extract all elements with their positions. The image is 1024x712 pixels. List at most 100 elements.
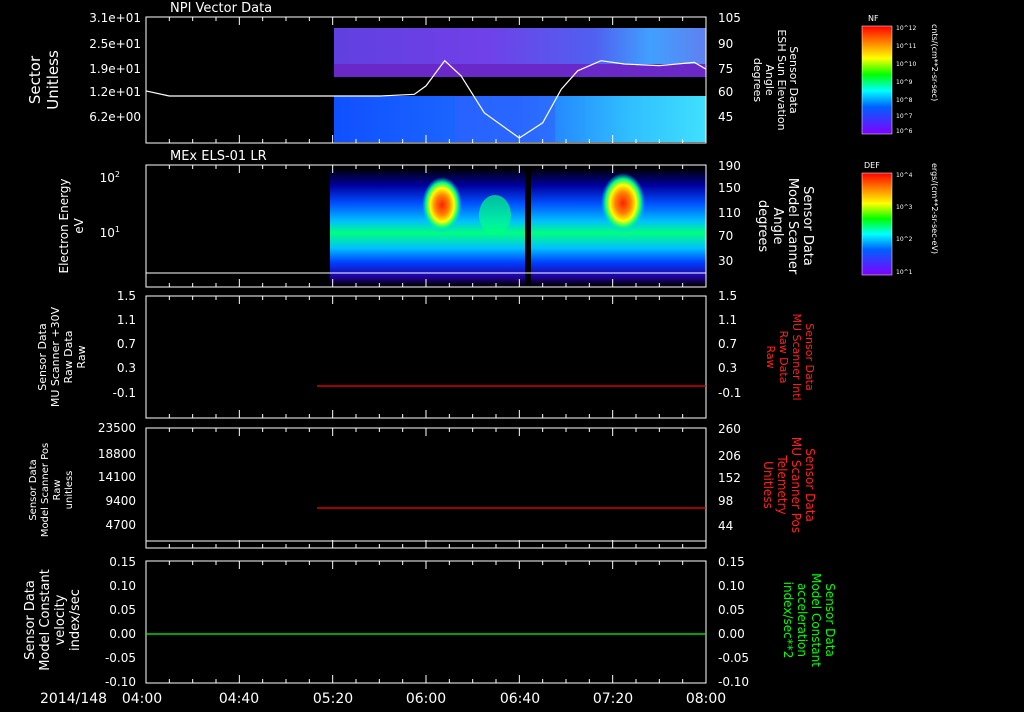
time-tick-3: 06:00: [406, 691, 446, 707]
p4-ylabel-right-3: Unitless: [761, 461, 775, 509]
p5-ytick-right-4: -0.05: [718, 651, 749, 665]
p5-ylabel-left-2: velocity: [53, 594, 68, 645]
p5-ytick-left-5: -0.10: [105, 675, 136, 689]
p3-ytick-right-4: -0.1: [718, 386, 741, 400]
p5-ytick-right-1: 0.10: [718, 579, 745, 593]
p4-ytick-right-0: 260: [718, 422, 741, 436]
npi-ytick-left-2: 1.9e+01: [89, 62, 141, 76]
npi-cb-tick-6: 10^6: [896, 128, 913, 135]
panel-title-els: MEx ELS-01 LR: [170, 149, 267, 164]
p4-ylabel-right: Sensor Data MU Scanner Pos Telemetry Uni…: [761, 437, 817, 533]
p3-ytick-left-3: 0.3: [117, 361, 136, 375]
p3-ytick-right-3: 0.3: [718, 361, 737, 375]
npi-ytick-left-4: 6.2e+00: [89, 110, 141, 124]
els-colorbar-label: DEF: [864, 161, 880, 170]
time-tick-2: 05:20: [313, 691, 353, 707]
panel-title-npi: NPI Vector Data: [170, 1, 272, 16]
p5-ytick-left-3: 0.00: [109, 627, 136, 641]
p4-ytick-left-0: 23500: [98, 421, 136, 435]
p4-ylabel-left-3: unitless: [64, 471, 75, 510]
p3-ylabel-right-3: Raw: [764, 345, 777, 368]
els-ylabel-right-3: degrees: [755, 200, 770, 253]
els-ylabel-right: Sensor Data Model Scanner Angle degrees: [755, 178, 815, 275]
npi-ytick-left-0: 3.1e+01: [89, 11, 141, 25]
npi-cb-tick-1: 10^11: [896, 43, 916, 50]
els-ytick-right-0: 190: [718, 159, 741, 173]
p3-ytick-right-1: 1.1: [718, 313, 737, 327]
time-tick-0: 04:00: [122, 691, 162, 707]
p5-ytick-left-4: -0.05: [105, 651, 136, 665]
els-ytick-left-0: 102: [100, 170, 120, 185]
p3-ylabel-left-1: MU Scanner +30V: [49, 306, 62, 407]
npi-ytick-left-1: 2.5e+01: [89, 37, 141, 51]
npi-ylabel-left-0: Sector: [26, 55, 44, 104]
npi-spectrogram-upper: [334, 28, 706, 64]
els-ylabel-left-0: Electron Energy: [57, 178, 71, 273]
npi-cb-tick-2: 10^10: [896, 61, 916, 68]
npi-ylabel-left-1: Unitless: [44, 50, 62, 110]
plot-stage: NPI Vector Data 3.1e+01 2.5e+01 1.9e+01 …: [0, 0, 1024, 708]
p5-ylabel-right: Sensor Data Model Constant acceleration …: [781, 573, 837, 667]
date-label: 2014/148: [40, 691, 107, 707]
npi-ytick-right-3: 60: [718, 85, 733, 99]
time-tick-4: 06:40: [500, 691, 540, 707]
npi-cb-tick-3: 10^9: [896, 79, 913, 86]
npi-colorbar-label: NF: [868, 14, 879, 23]
els-ytick-left-1: 101: [100, 225, 120, 240]
p5-ylabel-right-3: index/sec**2: [781, 582, 795, 659]
p5-ylabel-right-1: Model Constant: [809, 573, 823, 667]
npi-cb-tick-0: 10^12: [896, 25, 916, 32]
p5-ytick-right-3: 0.00: [718, 627, 745, 641]
els-spectrogram: [330, 168, 706, 286]
p4-ytick-right-4: 44: [718, 519, 733, 533]
p3-ylabel-left-3: Raw: [75, 345, 88, 368]
p5-ylabel-left-3: index/sec: [68, 589, 83, 651]
p4-ylabel-left: Sensor Data Model Scanner Pos Raw unitle…: [28, 443, 75, 537]
p5-ytick-right-2: 0.05: [718, 603, 745, 617]
panel-scanner-position: 23500 18800 14100 9400 4700 260 206 152 …: [28, 421, 817, 549]
p4-ytick-left-4: 4700: [105, 518, 136, 532]
els-cb-tick-3: 10^1: [896, 269, 913, 276]
els-ylabel-right-2: Angle: [770, 208, 785, 245]
els-ylabel-right-0: Sensor Data: [800, 186, 815, 266]
p3-ylabel-left-2: Raw Data: [62, 331, 75, 384]
panel-npi: NPI Vector Data 3.1e+01 2.5e+01 1.9e+01 …: [26, 1, 939, 144]
p5-ylabel-right-2: acceleration: [795, 583, 809, 657]
els-ytick-right-1: 150: [718, 181, 741, 195]
p4-ylabel-right-1: MU Scanner Pos: [789, 437, 803, 533]
npi-cb-tick-4: 10^8: [896, 97, 913, 104]
p5-ylabel-left-1: Model Constant: [38, 569, 53, 671]
npi-ytick-right-2: 75: [718, 62, 733, 76]
p5-ytick-left-0: 0.15: [109, 555, 136, 569]
p5-frame: [145, 560, 707, 684]
p4-frame: [145, 427, 707, 549]
multi-panel-plot: NPI Vector Data 3.1e+01 2.5e+01 1.9e+01 …: [23, 1, 939, 707]
panel-scanner-voltage: 1.5 1.1 0.7 0.3 -0.1 1.5 1.1 0.7 0.3 -0.…: [36, 289, 816, 419]
p4-ylabel-left-2: Raw: [52, 479, 63, 500]
p4-ytick-right-2: 152: [718, 471, 741, 485]
npi-ytick-left-3: 1.2e+01: [89, 85, 141, 99]
p4-ytick-right-3: 98: [718, 494, 733, 508]
els-patch: [479, 195, 511, 235]
npi-colorbar-unit: cnts/(cm**2-sr-sec): [930, 24, 939, 101]
npi-ylabel-right-3: degrees: [751, 58, 764, 103]
p3-ylabel-left-0: Sensor Data: [36, 323, 49, 390]
p3-ytick-left-1: 1.1: [117, 313, 136, 327]
els-burst-1: [422, 177, 462, 233]
p3-ytick-left-4: -0.1: [113, 386, 136, 400]
p3-ytick-right-0: 1.5: [718, 289, 737, 303]
p5-ytick-left-2: 0.05: [109, 603, 136, 617]
p3-ylabel-left: Sensor Data MU Scanner +30V Raw Data Raw: [36, 306, 88, 407]
npi-spectrogram-middle: [334, 64, 706, 77]
els-ytick-right-3: 70: [718, 229, 733, 243]
p4-ylabel-left-0: Sensor Data: [28, 459, 39, 520]
els-cb-tick-0: 10^4: [896, 172, 913, 179]
els-burst-2: [601, 173, 645, 233]
els-data-gap: [525, 168, 531, 286]
els-ytick-right-2: 110: [718, 206, 741, 220]
els-cb-tick-1: 10^3: [896, 204, 913, 211]
els-ylabel-left-1: eV: [72, 217, 86, 233]
npi-ylabel-right: Sensor Data ESH Sun Elevation Angle degr…: [751, 29, 800, 130]
p5-ylabel-left-0: Sensor Data: [23, 580, 38, 660]
npi-spectrogram-patch: [455, 96, 555, 142]
